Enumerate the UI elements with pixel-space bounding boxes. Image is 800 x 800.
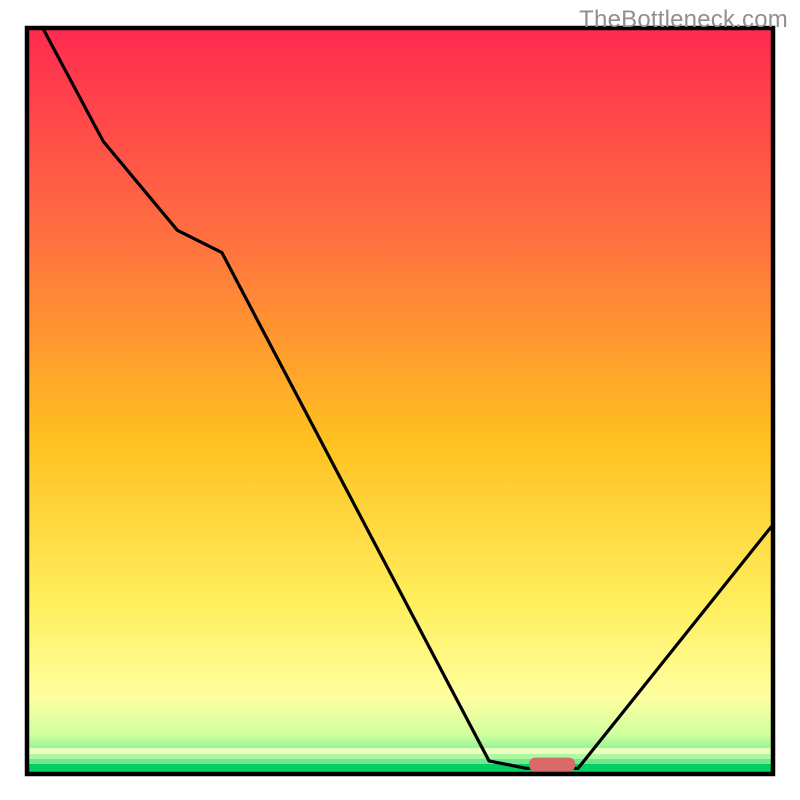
plot-background	[29, 30, 771, 772]
watermark-text: TheBottleneck.com	[579, 6, 788, 34]
optimal-marker	[529, 758, 575, 772]
bottom-bands	[29, 748, 771, 772]
chart-svg	[0, 0, 800, 800]
bottleneck-chart: TheBottleneck.com	[0, 0, 800, 800]
